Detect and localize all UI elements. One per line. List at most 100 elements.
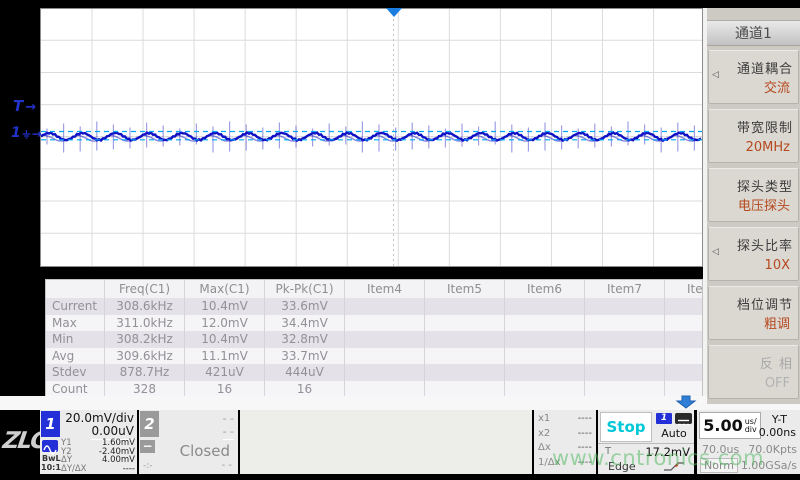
readout-label: Δx	[538, 441, 551, 456]
table-row-label: Count	[46, 381, 104, 397]
ac-coupling-icon	[42, 440, 58, 452]
table-header-cell: Item4	[344, 280, 424, 298]
table-row: Min308.2kHz10.4mV32.8mV	[46, 331, 702, 348]
collapse-arrow-icon: ◁	[712, 247, 719, 257]
table-cell	[504, 298, 584, 315]
menu-item-value: OFF	[765, 376, 790, 391]
menu-item-label: 探头类型	[737, 176, 793, 195]
readout-label: x1	[538, 412, 550, 427]
channel1-ground-marker[interactable]: 1 →	[11, 125, 42, 141]
table-header-cell: Pk-Pk(C1)	[264, 280, 344, 298]
table-cell	[584, 381, 664, 397]
trigger-level-marker[interactable]: T→	[13, 97, 36, 115]
table-header-cell: Freq(C1)	[104, 280, 184, 298]
right-arrow-icon: →	[32, 127, 42, 141]
channel2-status-block[interactable]: 2 - - - - − Closed -:- - -	[139, 410, 238, 474]
table-cell	[504, 331, 584, 348]
table-row: Avg309.6kHz11.1mV33.7mV	[46, 348, 702, 365]
table-cell: 32.8mV	[264, 331, 344, 348]
menu-item-5[interactable]: 档位调节粗调	[708, 286, 799, 340]
table-cell	[424, 348, 504, 365]
table-cell	[504, 381, 584, 397]
channel2-minus-badge: −	[140, 440, 155, 453]
menu-item-label: 通道耦合	[737, 58, 793, 77]
channel-menu: 通道1 ◁通道耦合交流带宽限制20MHz探头类型电压探头◁探头比率10X档位调节…	[707, 8, 800, 404]
cursor-x-row: x2 ----	[538, 427, 592, 442]
channel1-scale: 20.0mV/div	[65, 411, 134, 425]
table-cell	[664, 331, 703, 348]
cursor-y-row: ΔY/ΔX----	[61, 465, 135, 474]
table-row-label: Stdev	[46, 364, 104, 381]
cursor-x-row: x1----	[538, 412, 592, 427]
table-cell	[504, 364, 584, 381]
table-header-cell: Item7	[584, 280, 664, 298]
table-cell: 308.2kHz	[104, 331, 184, 348]
table-row-label: Avg	[46, 348, 104, 365]
table-cell: 33.6mV	[264, 298, 344, 315]
table-cell	[664, 315, 703, 332]
trigger-mode: Auto	[656, 427, 692, 440]
menu-item-3[interactable]: 探头类型电压探头	[708, 168, 799, 222]
trigger-position-marker-icon[interactable]	[386, 8, 402, 17]
menu-item-4[interactable]: ◁探头比率10X	[708, 227, 799, 281]
table-row: Stdev878.7Hz421uV444uV	[46, 364, 702, 381]
table-row-label: Current	[46, 298, 104, 315]
right-arrow-icon: →	[25, 100, 36, 115]
timebase-scale-box[interactable]: 5.00 us/div	[699, 412, 761, 439]
trigger-delay: 0.00ns	[759, 426, 796, 439]
table-cell	[344, 348, 424, 365]
trigger-coupling-icon	[675, 413, 692, 424]
table-cell	[424, 298, 504, 315]
scroll-down-arrow-icon[interactable]	[675, 393, 697, 409]
channel2-badge: 2	[140, 411, 159, 437]
table-cell	[424, 331, 504, 348]
table-row-label: Min	[46, 331, 104, 348]
table-row-label: Max	[46, 315, 104, 332]
menu-item-label: 档位调节	[737, 294, 793, 313]
table-cell	[584, 298, 664, 315]
table-cell: 10.4mV	[184, 331, 264, 348]
menu-item-label: 探头比率	[737, 235, 793, 254]
table-cell: 308.6kHz	[104, 298, 184, 315]
run-state-indicator[interactable]: Stop	[600, 412, 652, 442]
menu-item-label: 带宽限制	[737, 117, 793, 136]
table-cell	[344, 298, 424, 315]
table-cell	[664, 364, 703, 381]
table-cell: 12.0mV	[184, 315, 264, 332]
readout-label: x2	[538, 427, 550, 442]
statusbar-empty-area	[240, 410, 532, 474]
table-cell: 16	[264, 381, 344, 397]
table-cell: 16	[184, 381, 264, 397]
menu-item-1[interactable]: ◁通道耦合交流	[708, 50, 799, 104]
measurement-table: Freq(C1)Max(C1)Pk-Pk(C1)Item4Item5Item6I…	[45, 279, 703, 397]
table-header-cell: Item5	[424, 280, 504, 298]
table-cell	[504, 348, 584, 365]
table-cell: 34.4mV	[264, 315, 344, 332]
channel1-status-block[interactable]: 1 20.0mV/div 0.00uV BwL 10:1 Y11.60mVY2-…	[40, 410, 137, 474]
table-cell	[344, 315, 424, 332]
watermark: www.cntronics.com	[552, 446, 764, 470]
channel2-offset: - -	[223, 425, 234, 440]
table-header-cell: Item6	[504, 280, 584, 298]
menu-item-value: 20MHz	[746, 140, 790, 155]
channel1-marker-label: 1	[11, 125, 21, 141]
table-cell	[584, 315, 664, 332]
table-cell: 10.4mV	[184, 298, 264, 315]
readout-label: ΔY/ΔX	[61, 465, 87, 474]
channel2-bottom-right: - -	[222, 460, 232, 471]
table-cell	[664, 298, 703, 315]
timebase-unit: us/div	[745, 418, 757, 434]
readout-value: ----	[578, 427, 592, 442]
table-cell	[584, 331, 664, 348]
table-cell: 421uV	[184, 364, 264, 381]
channel2-bottom-left: -:-	[143, 461, 153, 471]
table-cell	[424, 381, 504, 397]
table-cell: 444uV	[264, 364, 344, 381]
table-header-cell: Max(C1)	[184, 280, 264, 298]
table-cell	[584, 364, 664, 381]
menu-item-2[interactable]: 带宽限制 20MHz	[708, 109, 799, 163]
table-cell: 309.6kHz	[104, 348, 184, 365]
menu-item-value: 交流	[764, 77, 790, 96]
menu-title: 通道1	[707, 20, 800, 46]
trigger-level-label: T	[13, 97, 23, 115]
